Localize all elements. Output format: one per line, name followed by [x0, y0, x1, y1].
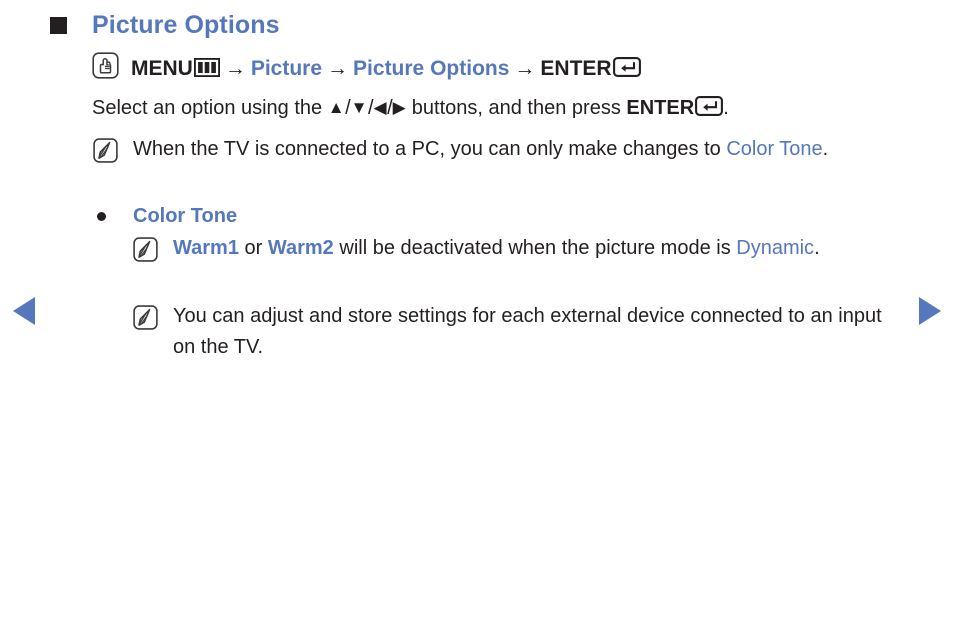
menu-label: MENU: [131, 57, 193, 80]
instruction-middle: buttons, and then press: [406, 97, 627, 119]
path-arrow-1: →: [224, 57, 246, 80]
enter-key-icon: [695, 95, 724, 126]
note-segment-period: .: [814, 237, 820, 259]
note-segment-body: will be deactivated when the picture mod…: [333, 237, 737, 259]
up-arrow-glyph-icon: ▲: [327, 98, 346, 117]
menu-path-breadcrumb: MENU → Picture → Picture Options → ENTER: [92, 52, 641, 88]
option-item-color-tone[interactable]: Color Tone: [97, 202, 237, 231]
hand-press-button-icon: [92, 52, 119, 88]
enter-key-icon: [612, 56, 641, 86]
instruction-paragraph: Select an option using the ▲/▼/◀/▶ butto…: [92, 92, 729, 126]
menu-path-text: MENU → Picture → Picture Options → ENTER: [131, 54, 641, 86]
note-text: When the TV is connected to a PC, you ca…: [133, 134, 828, 165]
note-pencil-icon: [133, 305, 158, 335]
prev-page-arrow-icon[interactable]: [13, 297, 35, 325]
note-segment-end: .: [822, 138, 829, 160]
path-arrow-2: →: [327, 57, 349, 80]
round-bullet-icon: [97, 212, 106, 221]
manual-page: Picture Options MENU → Picture → Picture…: [0, 0, 954, 624]
note-pencil-icon: [133, 237, 158, 267]
instruction-before: Select an option using the: [92, 97, 328, 119]
note-segment-warm2: Warm2: [267, 237, 334, 259]
left-arrow-glyph-icon: ◀: [373, 98, 388, 117]
path-arrow-3: →: [514, 57, 536, 80]
note-text: You can adjust and store settings for ea…: [173, 305, 882, 358]
square-bullet-icon: [50, 17, 67, 34]
page-heading: Picture Options: [50, 9, 280, 41]
option-label: Color Tone: [133, 205, 238, 227]
note-item: You can adjust and store settings for ea…: [133, 301, 893, 363]
down-arrow-glyph-icon: ▼: [350, 98, 368, 117]
note-segment-highlight: Color Tone: [726, 138, 823, 160]
page-title: Picture Options: [92, 11, 280, 39]
note-pencil-icon: [93, 138, 118, 168]
note-segment-warm1: Warm1: [173, 237, 239, 259]
instruction-enter-label: ENTER: [626, 97, 695, 119]
path-enter-label: ENTER: [540, 57, 612, 80]
note-text: Warm1 or Warm2 will be deactivated when …: [173, 233, 820, 264]
note-segment: When the TV is connected to a PC, you ca…: [133, 138, 727, 160]
next-page-arrow-icon[interactable]: [919, 297, 941, 325]
instruction-after: .: [723, 97, 729, 119]
menu-key-icon: [193, 56, 220, 86]
note-item: When the TV is connected to a PC, you ca…: [93, 134, 883, 168]
path-step-picture-options[interactable]: Picture Options: [353, 57, 509, 80]
note-item: Warm1 or Warm2 will be deactivated when …: [133, 233, 893, 267]
note-segment-dynamic: Dynamic: [736, 237, 815, 259]
note-segment-or: or: [238, 237, 268, 259]
right-arrow-glyph-icon: ▶: [392, 98, 407, 117]
path-step-picture[interactable]: Picture: [251, 57, 322, 80]
